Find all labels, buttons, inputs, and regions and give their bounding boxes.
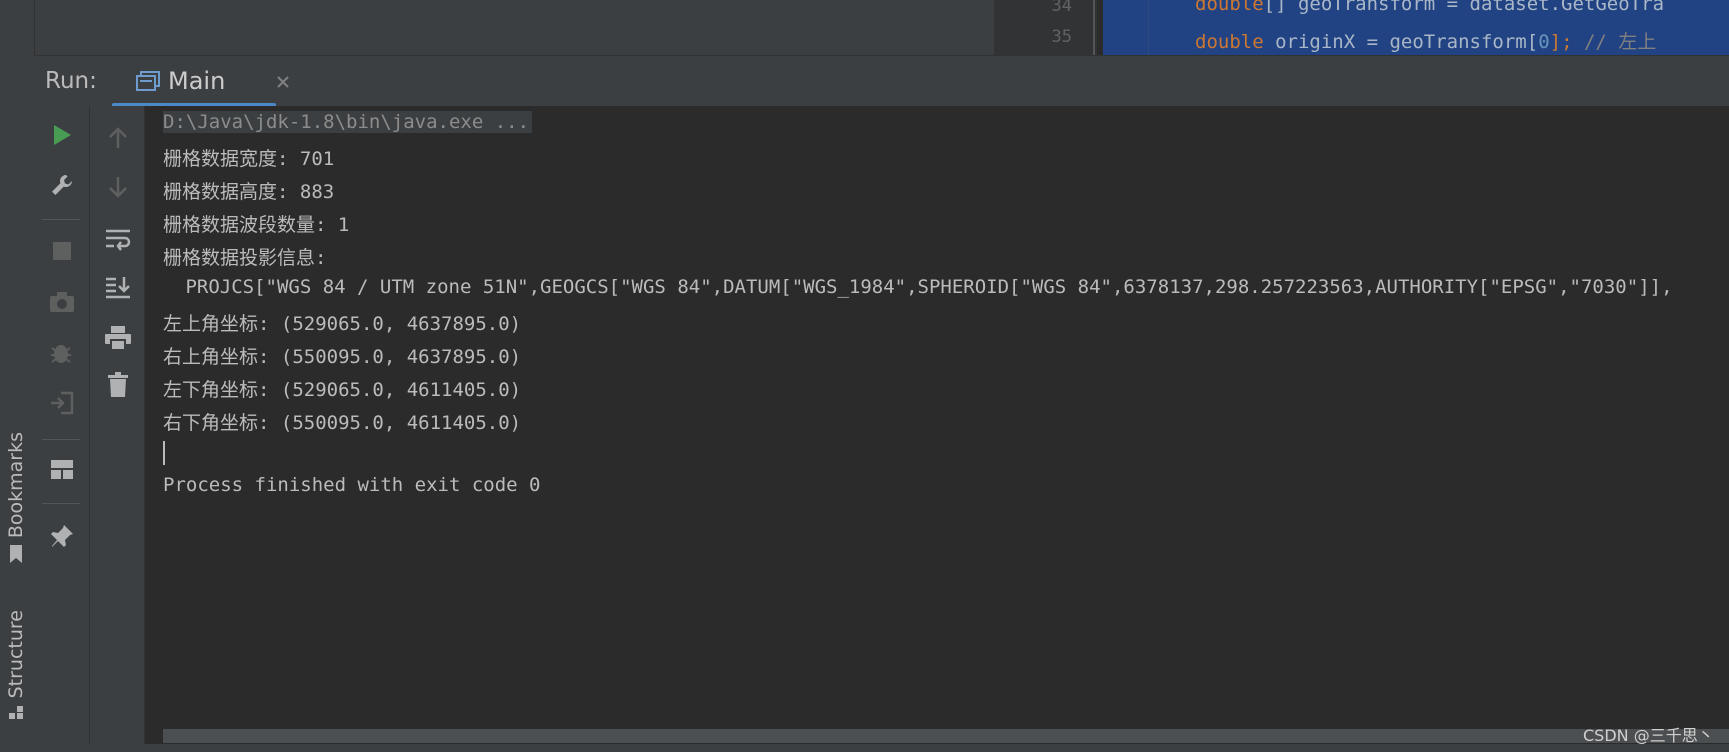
- tab-main[interactable]: Main: [112, 56, 289, 108]
- console-line: 右上角坐标: (550095.0, 4637895.0): [163, 346, 522, 368]
- exit-icon: [51, 391, 74, 415]
- editor-left-pane: [34, 0, 994, 55]
- console-command-line[interactable]: D:\Java\jdk-1.8\bin\java.exe ...: [163, 111, 533, 133]
- debug-button[interactable]: [47, 338, 77, 368]
- run-toolbar-secondary: [90, 106, 145, 752]
- code-text: [] geoTransform = dataset.GetGeoTra: [1263, 0, 1665, 15]
- restore-layout-button[interactable]: [47, 455, 77, 485]
- up-arrow-icon: [109, 127, 127, 148]
- soft-wrap-button[interactable]: [103, 224, 133, 254]
- console-line: 左下角坐标: (529065.0, 4611405.0): [163, 379, 522, 401]
- structure-icon: [9, 706, 23, 720]
- bottom-edge: [0, 744, 1729, 752]
- toolbar-separator: [42, 503, 80, 504]
- toolbar-separator: [42, 439, 80, 440]
- bookmarks-tab[interactable]: Bookmarks: [1, 432, 31, 564]
- next-occurrence-button[interactable]: [103, 172, 133, 202]
- tab-main-label: Main: [168, 67, 226, 95]
- gutter-separator: [1093, 0, 1095, 55]
- code-line-34[interactable]: double[] geoTransform = dataset.GetGeoTr…: [1195, 0, 1664, 15]
- line-number: 34: [1051, 0, 1072, 16]
- code-number: 0: [1538, 31, 1550, 53]
- clear-all-button[interactable]: [103, 370, 133, 400]
- run-tool-window-header: Run: Main: [34, 55, 1729, 108]
- console-line: 右下角坐标: (550095.0, 4611405.0): [163, 412, 522, 434]
- console-line: 栅格数据波段数量: 1: [163, 214, 350, 236]
- pin-icon: [51, 525, 73, 547]
- down-arrow-icon: [109, 177, 127, 198]
- code-punct: ];: [1549, 31, 1584, 53]
- console-line: 左上角坐标: (529065.0, 4637895.0): [163, 313, 522, 335]
- console-line: 栅格数据宽度: 701: [163, 148, 335, 170]
- text-caret: [163, 441, 165, 465]
- console-line: 栅格数据高度: 883: [163, 181, 335, 203]
- watermark: CSDN @三千思丶: [1583, 726, 1714, 745]
- pin-tab-button[interactable]: [47, 521, 77, 551]
- camera-icon: [50, 292, 74, 312]
- toolbar-separator: [42, 219, 80, 220]
- code-keyword: double: [1195, 31, 1264, 53]
- run-icon: [54, 125, 71, 145]
- editor-area: 34 35 double[] geoTransform = dataset.Ge…: [0, 0, 1729, 55]
- exit-button[interactable]: [47, 388, 77, 418]
- structure-tab[interactable]: Structure: [1, 610, 31, 722]
- bookmark-icon: [10, 545, 22, 564]
- bookmarks-tab-label: Bookmarks: [5, 432, 27, 539]
- edit-configuration-button[interactable]: [47, 170, 77, 200]
- console-output[interactable]: D:\Java\jdk-1.8\bin\java.exe ... 栅格数据宽度:…: [145, 106, 1729, 731]
- console-line: 栅格数据投影信息:: [163, 247, 327, 269]
- line-number: 35: [1051, 27, 1072, 47]
- scroll-to-end-icon: [106, 277, 130, 299]
- code-editor[interactable]: double[] geoTransform = dataset.GetGeoTr…: [1103, 0, 1729, 55]
- soft-wrap-icon: [106, 229, 131, 251]
- print-button[interactable]: [103, 323, 133, 353]
- line-number-gutter: 34 35: [994, 0, 1097, 55]
- debug-icon: [51, 345, 71, 363]
- code-line-35[interactable]: double originX = geoTransform[0]; // 左上: [1195, 27, 1656, 54]
- stop-icon: [53, 242, 71, 260]
- indent-guide: [1148, 0, 1149, 55]
- scroll-to-end-button[interactable]: [103, 272, 133, 302]
- layout-icon: [51, 460, 73, 479]
- code-keyword: double: [1195, 0, 1264, 15]
- close-tab-icon[interactable]: [276, 75, 290, 89]
- rerun-button[interactable]: [47, 120, 77, 150]
- dump-threads-button[interactable]: [47, 287, 77, 317]
- exit-message: Process finished with exit code 0: [163, 474, 541, 496]
- console-line: PROJCS["WGS 84 / UTM zone 51N",GEOGCS["W…: [174, 276, 1673, 298]
- run-toolbar-primary: [34, 106, 90, 752]
- stop-button[interactable]: [47, 236, 77, 266]
- console-window-icon: [136, 71, 160, 91]
- previous-occurrence-button[interactable]: [103, 123, 133, 153]
- structure-tab-label: Structure: [5, 610, 27, 699]
- run-label: Run:: [45, 68, 97, 94]
- trash-icon: [108, 372, 128, 397]
- code-comment: // 左上: [1583, 31, 1657, 53]
- left-tool-stripe: Bookmarks Structure: [0, 0, 35, 752]
- print-icon: [105, 326, 131, 351]
- wrench-icon: [52, 174, 73, 195]
- horizontal-scrollbar[interactable]: [163, 729, 1729, 743]
- code-text: originX = geoTransform[: [1263, 31, 1539, 53]
